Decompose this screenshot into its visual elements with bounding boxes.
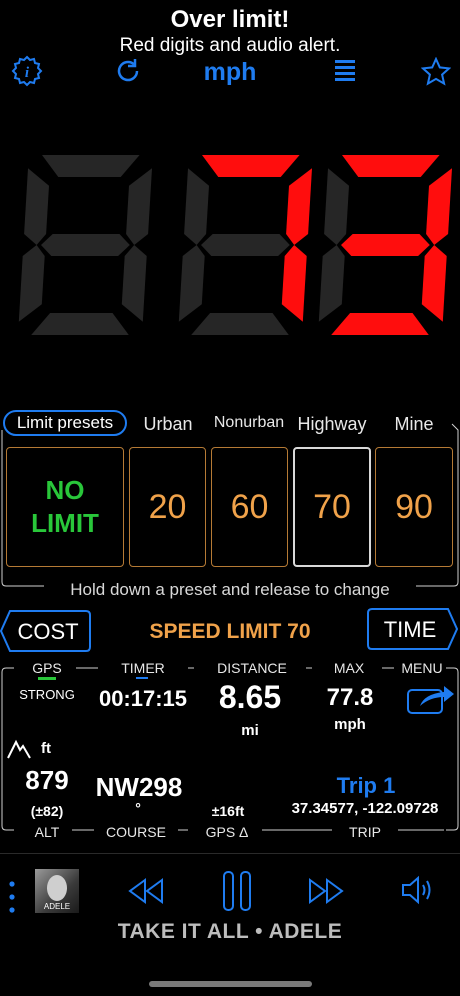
svg-text:i: i <box>25 65 30 81</box>
trip-name[interactable]: Trip 1 <box>300 773 432 799</box>
speed-digit-3 <box>318 155 452 335</box>
gps-delta-value: ±16ft <box>211 803 245 819</box>
segment-e <box>178 245 205 322</box>
course-degree: ° <box>135 800 141 816</box>
label-distance: DISTANCE <box>217 660 287 676</box>
cost-label: COST <box>17 619 79 644</box>
segment-a <box>342 155 440 177</box>
trip-coordinates: 37.34577, -122.09728 <box>291 800 439 817</box>
segment-f <box>324 168 349 245</box>
speed-limit-label: SPEED LIMIT 70 <box>149 620 311 643</box>
segment-d <box>31 313 129 335</box>
cost-button[interactable]: COST <box>0 609 92 653</box>
alert-subtitle: Red digits and audio alert. <box>119 35 341 56</box>
segment-a <box>42 155 140 177</box>
preset-hint: Hold down a preset and release to change <box>70 580 390 599</box>
preset-urban-button[interactable]: 20 <box>129 447 206 567</box>
preset-nonurban-button[interactable]: 60 <box>211 447 288 567</box>
distance-unit: mi <box>241 722 259 739</box>
altitude-mountain-icon <box>6 736 32 760</box>
segment-g <box>201 234 290 256</box>
preset-no-limit[interactable]: NO LIMIT <box>6 447 124 567</box>
segment-c <box>281 245 307 322</box>
segment-e <box>18 245 45 322</box>
label-max: MAX <box>333 660 365 676</box>
course-value: NW298 <box>95 772 183 802</box>
label-menu: MENU <box>401 660 443 676</box>
altitude-accuracy: (±82) <box>30 803 64 819</box>
label-course: COURSE <box>106 824 166 840</box>
fast-forward-icon[interactable] <box>306 876 346 906</box>
preset-highway-button[interactable]: 70 <box>293 447 371 567</box>
speed-digit-1 <box>18 155 152 335</box>
time-button[interactable]: TIME <box>366 607 458 651</box>
preset-mine-button[interactable]: 90 <box>375 447 453 567</box>
timer-value[interactable]: 00:17:15 <box>86 686 200 712</box>
time-label: TIME <box>383 617 437 642</box>
refresh-icon[interactable] <box>113 56 143 86</box>
label-alt: ALT <box>34 824 60 840</box>
altitude-value: 879 <box>25 765 69 795</box>
segment-g <box>41 234 130 256</box>
share-icon[interactable] <box>404 682 458 716</box>
pause-icon[interactable] <box>222 870 252 912</box>
segment-g <box>341 234 430 256</box>
segment-f <box>24 168 49 245</box>
album-face <box>47 875 67 901</box>
max-unit: mph <box>334 716 366 733</box>
label-timer: TIMER <box>121 660 165 676</box>
album-label: ADELE <box>43 902 71 911</box>
volume-icon[interactable] <box>400 873 438 907</box>
altitude-unit: ft <box>41 740 51 757</box>
album-art[interactable]: ADELE <box>35 869 79 913</box>
segment-d <box>331 313 429 335</box>
segment-b <box>286 168 312 245</box>
segment-b <box>126 168 152 245</box>
speed-digit-2 <box>178 155 312 335</box>
alert-title: Over limit! <box>170 6 290 33</box>
more-dots-icon[interactable] <box>6 880 18 914</box>
segment-a <box>202 155 300 177</box>
distance-value: 8.65 <box>218 679 282 715</box>
segment-e <box>318 245 345 322</box>
gps-strength: STRONG <box>19 687 75 702</box>
unit-toggle[interactable]: mph <box>180 58 280 87</box>
segment-b <box>426 168 452 245</box>
rewind-icon[interactable] <box>126 876 166 906</box>
media-divider <box>0 853 460 854</box>
label-gps-delta: GPS Δ <box>205 824 249 840</box>
home-indicator[interactable] <box>149 981 312 987</box>
menu-lines-icon[interactable] <box>333 58 357 84</box>
no-limit-line1: NO <box>45 475 85 505</box>
segment-c <box>421 245 447 322</box>
now-playing: TAKE IT ALL • ADELE <box>117 920 343 943</box>
segment-c <box>121 245 147 322</box>
segment-f <box>184 168 209 245</box>
segment-d <box>191 313 289 335</box>
label-trip: TRIP <box>349 824 381 840</box>
star-icon[interactable] <box>421 57 451 87</box>
max-value: 77.8 <box>326 684 374 711</box>
speed-display <box>18 155 452 335</box>
info-gear-icon[interactable]: i <box>10 54 44 88</box>
no-limit-line2: LIMIT <box>31 508 99 538</box>
label-gps: GPS <box>32 660 62 676</box>
